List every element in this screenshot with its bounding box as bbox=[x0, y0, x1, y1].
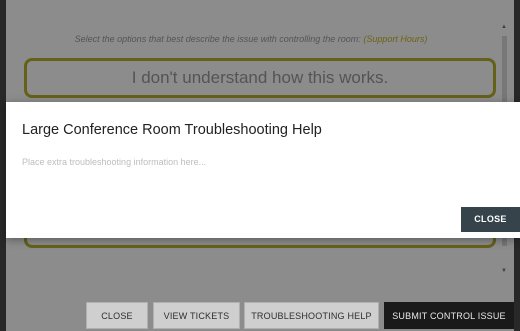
view-tickets-button[interactable]: VIEW TICKETS bbox=[153, 302, 240, 329]
footer-toolbar: CLOSE VIEW TICKETS TROUBLESHOOTING HELP … bbox=[0, 302, 520, 331]
troubleshooting-modal: Large Conference Room Troubleshooting He… bbox=[6, 102, 520, 238]
modal-title: Large Conference Room Troubleshooting He… bbox=[22, 122, 322, 138]
modal-body-text: Place extra troubleshooting information … bbox=[22, 157, 207, 167]
footer-close-button[interactable]: CLOSE bbox=[86, 302, 148, 329]
troubleshooting-help-button[interactable]: TROUBLESHOOTING HELP bbox=[244, 302, 379, 329]
submit-control-issue-button[interactable]: SUBMIT CONTROL ISSUE bbox=[384, 302, 514, 329]
modal-close-button[interactable]: CLOSE bbox=[461, 207, 520, 232]
